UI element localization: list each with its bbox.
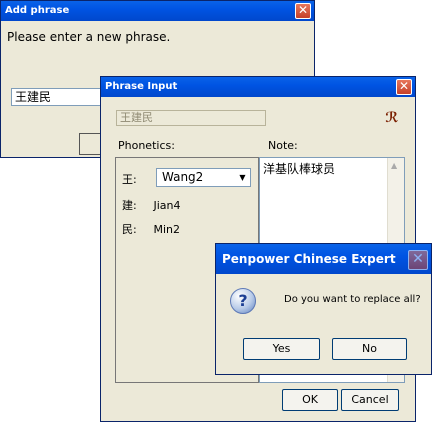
cancel-button[interactable]: Cancel <box>341 389 399 411</box>
phonetic-char: 民: <box>122 223 137 236</box>
phonetic-row: 王: <box>122 171 150 187</box>
confirm-close-button[interactable]: ✕ <box>408 250 428 270</box>
phonetic-select-value: Wang2 <box>162 170 204 184</box>
yes-button[interactable]: Yes <box>243 338 320 360</box>
note-label: Note: <box>268 139 298 152</box>
confirm-title: Penpower Chinese Expert <box>222 252 396 266</box>
phonetic-reading: Jian4 <box>153 199 181 212</box>
phonetic-tool-icon: ℛ <box>385 110 399 126</box>
close-icon: ✕ <box>297 3 309 17</box>
ok-button[interactable]: OK <box>282 389 338 411</box>
chevron-down-icon[interactable]: ▼ <box>237 172 248 183</box>
phonetic-char: 建: <box>122 199 137 212</box>
phrase-input-title: Phrase Input <box>105 81 178 92</box>
question-icon: ? <box>230 288 256 314</box>
confirm-titlebar[interactable]: Penpower Chinese Expert ✕ <box>216 244 431 274</box>
phonetics-label: Phonetics: <box>118 139 175 152</box>
no-button[interactable]: No <box>332 338 407 360</box>
scroll-up-icon[interactable]: ▲ <box>391 161 397 170</box>
phonetic-select[interactable]: Wang2 ▼ <box>156 168 251 187</box>
add-phrase-prompt: Please enter a new phrase. <box>7 30 171 44</box>
note-text: 洋基队棒球员 <box>263 162 336 176</box>
add-phrase-titlebar[interactable]: Add phrase ✕ <box>1 1 314 21</box>
phrase-input-close-button[interactable]: ✕ <box>396 79 412 95</box>
phrase-readonly-field: 王建民 <box>116 110 266 126</box>
phonetic-reading: Min2 <box>153 223 181 236</box>
phrase-input-field[interactable]: 王建民 <box>11 88 106 106</box>
phonetic-char: 王: <box>122 173 137 186</box>
close-icon: ✕ <box>412 251 424 267</box>
replace-confirm-dialog: Penpower Chinese Expert ✕ ? Do you want … <box>215 243 432 375</box>
phonetic-row: 建: Jian4 <box>122 197 181 213</box>
close-icon: ✕ <box>398 79 410 93</box>
phrase-input-titlebar[interactable]: Phrase Input ✕ <box>101 77 415 97</box>
add-phrase-close-button[interactable]: ✕ <box>295 3 311 19</box>
confirm-message: Do you want to replace all? <box>284 294 421 305</box>
phonetic-row: 民: Min2 <box>122 221 180 237</box>
add-phrase-title: Add phrase <box>5 5 70 16</box>
phonetic-tool-button[interactable]: ℛ <box>383 109 401 127</box>
